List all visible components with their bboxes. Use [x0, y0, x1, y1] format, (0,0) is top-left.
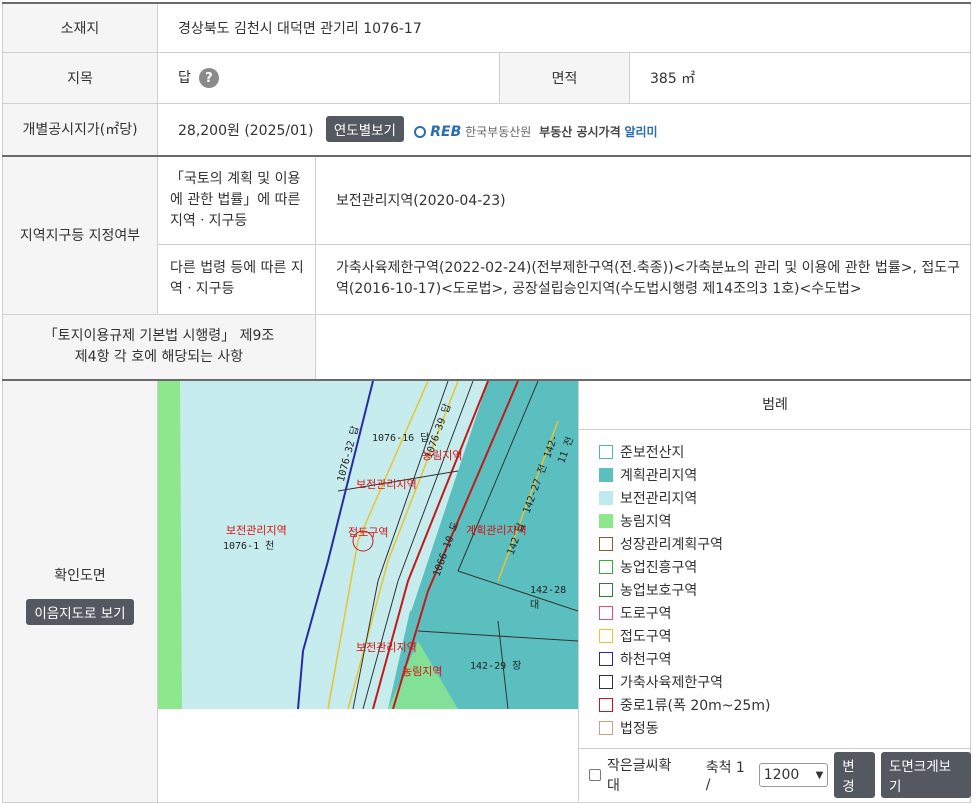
map-label-cell: 확인도면 이음지도로 보기 — [2, 379, 158, 803]
eum-map-button[interactable]: 이음지도로 보기 — [26, 599, 134, 626]
reb-link[interactable]: REB 한국부동산원 부동산 공시가격 알리미 — [414, 123, 658, 140]
change-button[interactable]: 변경 — [834, 752, 875, 798]
legend-swatch — [599, 536, 613, 551]
price-cell: 28,200원 (2025/01) 연도별보기 REB 한국부동산원 부동산 공… — [157, 102, 971, 157]
legend-swatch — [599, 444, 613, 459]
legend-label: 가축사육제한구역 — [620, 674, 724, 691]
scale-label: 축척 1 / — [705, 760, 745, 793]
map-area: 1076-16 답 1076-32 답 1076-39 답 보전관리지역 보전관… — [157, 379, 971, 803]
price-label: 개별공시지가(㎡당) — [2, 102, 158, 157]
category-cell: 답? — [157, 51, 500, 104]
help-icon[interactable]: ? — [198, 68, 219, 88]
map-label: 확인도면 — [54, 568, 106, 585]
reb-service-highlight: 알리미 — [624, 124, 658, 139]
zone-val2: 가축사육제한구역(2022-02-24)(전부제한구역(전.축종))<가축분뇨의… — [315, 243, 971, 315]
legend-label: 성장관리계획구역 — [620, 536, 724, 553]
chevron-down-icon: ▼ — [815, 769, 824, 781]
reb-name: 한국부동산원 — [465, 124, 532, 139]
map-controls: 작은글씨확대 축척 1 / 1200 ▼ 변경 도면크게보기 — [578, 749, 971, 801]
location-label: 소재지 — [2, 2, 158, 53]
zone-sub2-label: 다른 법령 등에 따른 지역ㆍ지구등 — [157, 243, 316, 315]
legend-item: 준보전산지 — [599, 440, 971, 463]
legend-label: 농림지역 — [620, 513, 672, 530]
year-view-button[interactable]: 연도별보기 — [325, 116, 404, 143]
legend-swatch — [599, 651, 613, 666]
zone-label: 지역지구등 지정여부 — [2, 155, 158, 315]
regulation-label: 「토지이용규제 기본법 시행령」 제9조 제4항 각 호에 해당되는 사항 — [2, 313, 316, 381]
small-text-label: 작은글씨확대 — [606, 758, 672, 794]
legend-label: 준보전산지 — [620, 444, 685, 461]
legend-list: 준보전산지계획관리지역보전관리지역농림지역성장관리계획구역농업진흥구역농업보호구… — [579, 430, 971, 739]
legend-item: 하천구역 — [599, 647, 971, 670]
legend-item: 중로1류(폭 20m~25m) — [599, 693, 971, 716]
legend-item: 법정동 — [599, 716, 971, 739]
legend-label: 법정동 — [620, 720, 659, 737]
legend-item: 농업보호구역 — [599, 578, 971, 601]
legend-swatch — [599, 720, 613, 735]
legend-label: 계획관리지역 — [620, 467, 698, 484]
reb-service: 부동산 공시가격 — [539, 124, 621, 139]
legend-label: 중로1류(폭 20m~25m) — [620, 697, 771, 714]
legend-swatch — [599, 559, 613, 574]
category-label: 지목 — [2, 51, 158, 104]
land-use-map[interactable] — [158, 381, 578, 709]
scale-select[interactable]: 1200 ▼ — [758, 763, 829, 787]
reb-logo: REB — [430, 123, 462, 140]
legend-item: 도로구역 — [599, 601, 971, 624]
legend-label: 접도구역 — [620, 628, 672, 645]
legend-swatch — [599, 605, 613, 620]
enlarge-map-button[interactable]: 도면크게보기 — [880, 752, 971, 798]
zone-val1: 보전관리지역(2020-04-23) — [315, 155, 971, 245]
legend-swatch — [599, 674, 613, 689]
category-value: 답 — [178, 70, 191, 86]
small-text-checkbox[interactable] — [589, 769, 601, 781]
area-value: 385 ㎡ — [629, 51, 971, 104]
legend-swatch — [599, 697, 613, 712]
zone-sub1-label: 「국토의 계획 및 이용에 관한 법률」에 따른 지역ㆍ지구등 — [157, 155, 316, 245]
legend-label: 농업진흥구역 — [620, 559, 698, 576]
legend-swatch — [599, 628, 613, 643]
legend-swatch — [599, 490, 613, 505]
legend-label: 도로구역 — [620, 605, 672, 622]
price-value: 28,200원 (2025/01) — [178, 123, 314, 140]
legend-item: 계획관리지역 — [599, 463, 971, 486]
legend-title: 범례 — [579, 381, 971, 430]
legend-label: 보전관리지역 — [620, 490, 698, 507]
area-label: 면적 — [499, 51, 630, 104]
legend-swatch — [599, 513, 613, 528]
legend-item: 농업진흥구역 — [599, 555, 971, 578]
legend-swatch — [599, 467, 613, 482]
scale-value: 1200 — [763, 767, 800, 783]
legend-item: 보전관리지역 — [599, 486, 971, 509]
legend-label: 하천구역 — [620, 651, 672, 668]
legend-swatch — [599, 582, 613, 597]
legend-label: 농업보호구역 — [620, 582, 698, 599]
location-value: 경상북도 김천시 대덕면 관기리 1076-17 — [157, 2, 971, 53]
legend-item: 농림지역 — [599, 509, 971, 532]
legend-item: 접도구역 — [599, 624, 971, 647]
regulation-value — [315, 313, 971, 381]
legend-panel: 범례 준보전산지계획관리지역보전관리지역농림지역성장관리계획구역농업진흥구역농업… — [578, 381, 971, 749]
reb-logo-icon — [414, 126, 427, 139]
legend-item: 성장관리계획구역 — [599, 532, 971, 555]
legend-item: 가축사육제한구역 — [599, 670, 971, 693]
